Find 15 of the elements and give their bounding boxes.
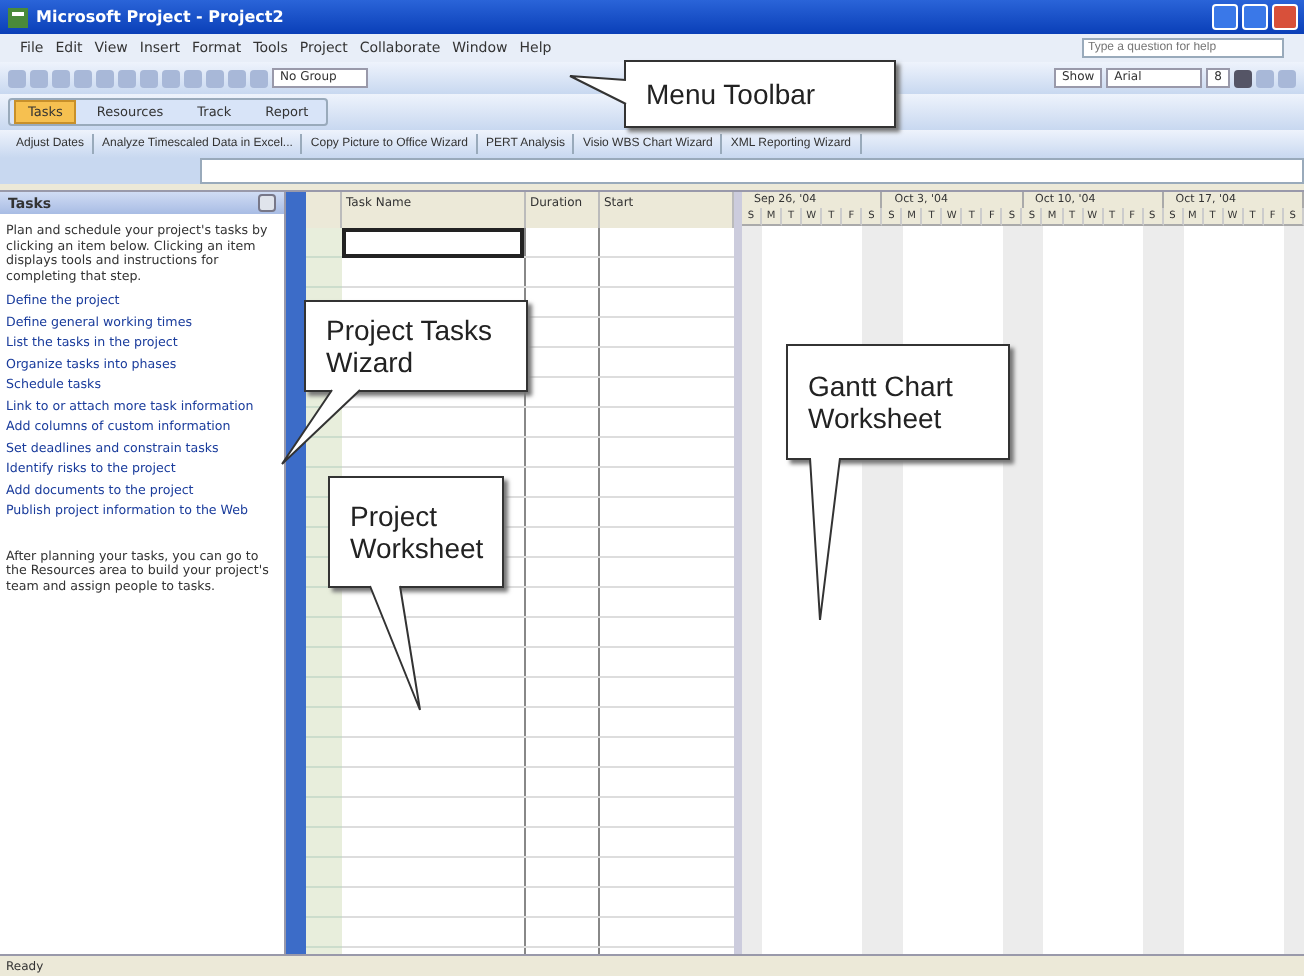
entry-field[interactable] <box>200 158 1304 184</box>
close-pane-button[interactable] <box>258 194 276 212</box>
callout-tooltip: Gantt Chart Worksheet <box>786 344 1010 460</box>
maximize-button[interactable] <box>1242 4 1268 30</box>
bold-icon[interactable] <box>1234 69 1252 87</box>
callout-pointer <box>568 74 628 108</box>
app-icon <box>6 5 30 29</box>
callout-tooltip: Menu Toolbar <box>624 60 896 128</box>
callout-tooltip: Project Worksheet <box>328 476 504 588</box>
underline-icon[interactable] <box>1278 69 1296 87</box>
minimize-button[interactable] <box>1212 4 1238 30</box>
selected-cell[interactable] <box>342 228 524 258</box>
close-button[interactable] <box>1272 4 1298 30</box>
window-title: Microsoft Project - Project2 <box>36 8 286 26</box>
callout-pointer <box>368 584 424 714</box>
